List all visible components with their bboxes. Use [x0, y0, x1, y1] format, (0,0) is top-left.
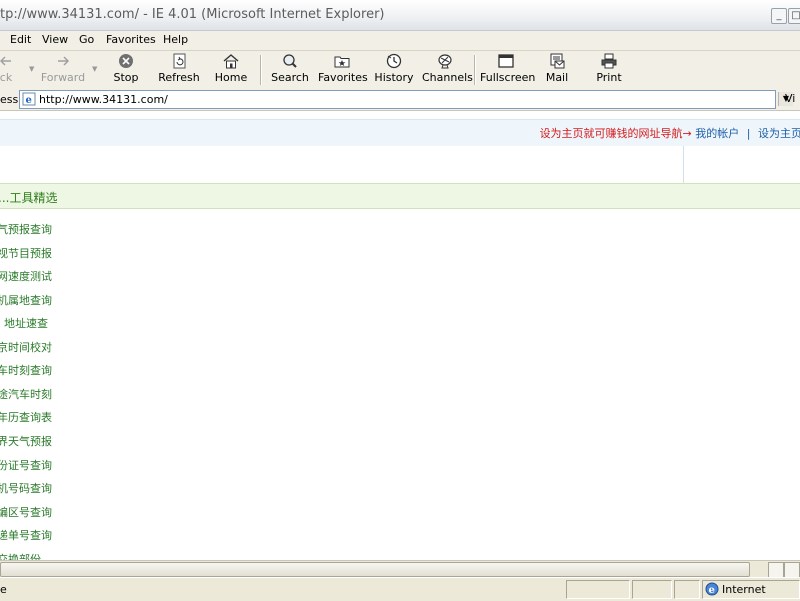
search-icon — [281, 53, 299, 69]
status-text: e — [0, 583, 7, 596]
maximize-button[interactable]: □ — [788, 8, 800, 24]
refresh-button[interactable]: Refresh — [156, 53, 202, 87]
mail-icon — [548, 53, 566, 69]
favorites-button[interactable]: Favorites — [318, 53, 368, 87]
top-link-strip: 设为主页就可赚钱的网址导航→ 我的帐户 | 设为主页 — [0, 119, 800, 147]
back-label: ck — [0, 71, 13, 84]
svg-text:e: e — [709, 585, 715, 596]
tool-link[interactable]: 界天气预报 — [0, 433, 52, 449]
menu-edit[interactable]: Edit — [10, 33, 31, 46]
svg-text:e: e — [26, 95, 32, 106]
refresh-label: Refresh — [158, 71, 200, 84]
scrollbar-thumb[interactable] — [0, 562, 750, 577]
menu-favorites[interactable]: Favorites — [106, 33, 156, 46]
back-arrow-icon — [0, 53, 15, 69]
print-label: Print — [596, 71, 622, 84]
printer-icon — [600, 53, 618, 69]
address-label: ess — [0, 93, 19, 106]
print-button[interactable]: Print — [592, 53, 626, 87]
section-title: ...工具精选 — [0, 191, 58, 205]
favorites-label: Favorites — [318, 71, 368, 84]
tool-link[interactable]: 途汽车时刻 — [0, 386, 52, 402]
menu-view[interactable]: View — [42, 33, 68, 46]
tool-link[interactable]: 车时刻查询 — [0, 362, 52, 378]
tool-link[interactable]: 年历查询表 — [0, 409, 52, 425]
tool-link[interactable]: 编区号查询 — [0, 504, 52, 520]
tool-link[interactable]: 交换部份 — [0, 551, 41, 560]
forward-button[interactable]: Forward — [40, 53, 86, 87]
mail-button[interactable]: Mail — [540, 53, 574, 87]
mail-label: Mail — [545, 71, 569, 84]
set-homepage-link[interactable]: 设为主页 — [758, 127, 800, 140]
ie-page-icon: e — [22, 92, 36, 109]
status-bar: e e Internet — [0, 577, 800, 601]
address-bar: ess e http://www.34131.com/ ▼ Vi — [0, 89, 800, 111]
go-button[interactable]: Vi — [785, 92, 795, 105]
fullscreen-label: Fullscreen — [480, 71, 536, 84]
status-cell — [566, 580, 630, 599]
home-button[interactable]: Home — [212, 53, 250, 87]
tool-link[interactable]: 网速度测试 — [0, 268, 52, 284]
scroll-right-button[interactable] — [784, 562, 800, 578]
address-value: http://www.34131.com/ — [39, 93, 168, 106]
page-content: 设为主页就可赚钱的网址导航→ 我的帐户 | 设为主页 ...工具精选 气预报查询… — [0, 111, 800, 560]
home-icon — [222, 53, 240, 69]
favorites-folder-icon — [333, 53, 351, 69]
toolbar-separator — [260, 55, 262, 85]
address-input[interactable]: e http://www.34131.com/ ▼ — [19, 90, 793, 109]
channels-label: Channels — [422, 71, 473, 84]
tool-link[interactable]: 递单号查询 — [0, 527, 52, 543]
history-button[interactable]: History — [373, 53, 415, 87]
search-button[interactable]: Search — [270, 53, 310, 87]
stop-label: Stop — [113, 71, 139, 84]
forward-dropdown-icon[interactable]: ▼ — [92, 65, 97, 73]
menu-bar: Edit View Go Favorites Help — [0, 31, 800, 51]
set-homepage-earn-link[interactable]: 设为主页就可赚钱的网址导航→ — [540, 127, 692, 140]
zone-label: Internet — [722, 583, 766, 596]
stop-icon — [117, 53, 135, 69]
horizontal-scrollbar[interactable] — [0, 560, 800, 578]
my-account-link[interactable]: 我的帐户 — [695, 127, 739, 140]
history-icon — [385, 53, 403, 69]
internet-zone-icon: e — [705, 582, 719, 599]
stop-button[interactable]: Stop — [108, 53, 144, 87]
home-label: Home — [214, 71, 248, 84]
title-bar: tp://www.34131.com/ - IE 4.01 (Microsoft… — [0, 0, 800, 31]
tool-link[interactable]: 机号码查询 — [0, 480, 52, 496]
forward-arrow-icon — [54, 53, 72, 69]
panel-divider — [683, 146, 684, 183]
channels-satellite-icon — [436, 53, 454, 69]
history-label: History — [374, 71, 414, 84]
tool-link[interactable]: 份证号查询 — [0, 457, 52, 473]
menu-go[interactable]: Go — [79, 33, 94, 46]
search-label: Search — [271, 71, 309, 84]
back-dropdown-icon[interactable]: ▼ — [29, 65, 34, 73]
window-title: tp://www.34131.com/ - IE 4.01 (Microsoft… — [0, 7, 385, 22]
scroll-left-button[interactable] — [768, 562, 784, 578]
tool-link[interactable]: 京时间校对 — [0, 339, 52, 355]
header-panel — [0, 146, 800, 184]
tool-link[interactable]: 机属地查询 — [0, 292, 52, 308]
toolbar-separator — [474, 55, 476, 85]
minimize-button[interactable]: _ — [771, 8, 787, 24]
forward-label: Forward — [40, 71, 86, 84]
tool-link[interactable]: 气预报查询 — [0, 221, 52, 237]
back-button[interactable]: ck — [0, 53, 18, 87]
channels-button[interactable]: Channels — [422, 53, 473, 87]
tool-link[interactable]: 地址速查 — [4, 315, 48, 331]
fullscreen-button[interactable]: Fullscreen — [480, 53, 536, 87]
link-divider: | — [746, 127, 751, 140]
fullscreen-icon — [497, 53, 515, 69]
refresh-icon — [170, 53, 188, 69]
tool-link[interactable]: 视节目预报 — [0, 245, 52, 261]
section-header: ...工具精选 — [0, 183, 800, 209]
menu-help[interactable]: Help — [163, 33, 188, 46]
status-cell — [632, 580, 672, 599]
status-cell — [674, 580, 700, 599]
toolbar: ck ▼ Forward ▼ Stop Refresh Home Search — [0, 51, 800, 90]
